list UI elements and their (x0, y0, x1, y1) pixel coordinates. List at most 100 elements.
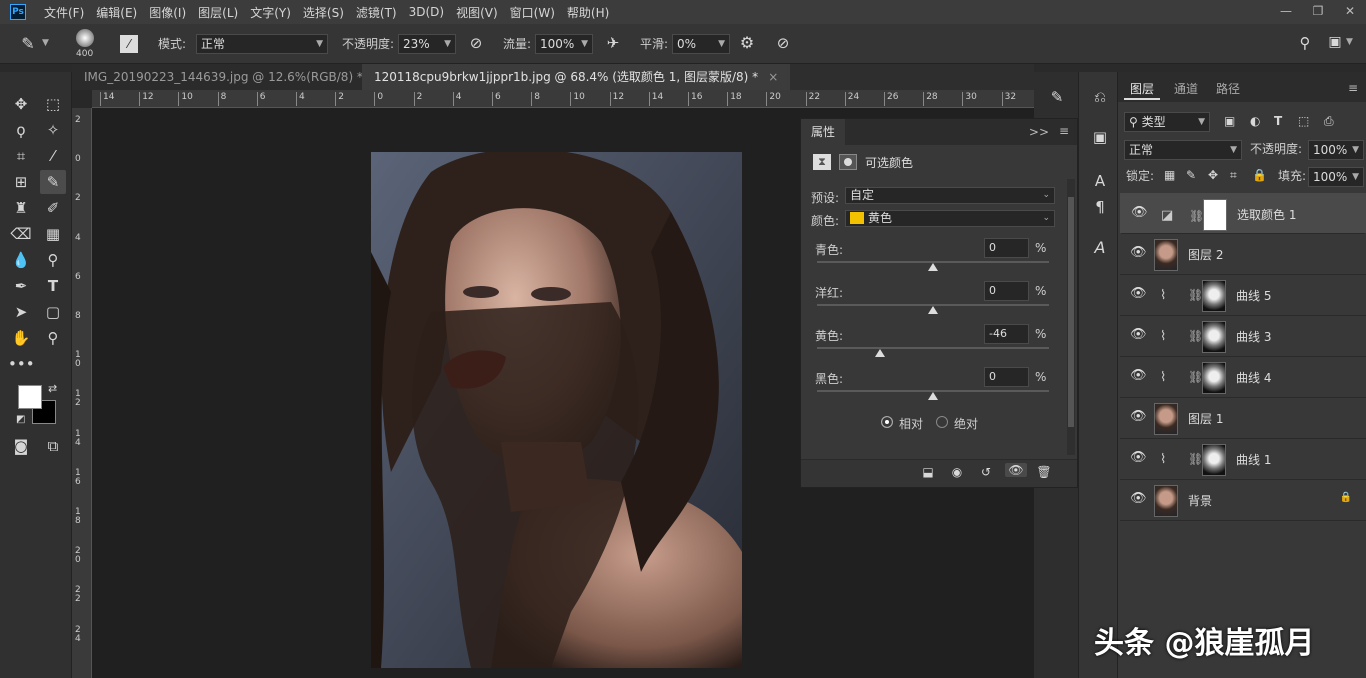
layer-row[interactable]: 👁 ⌇ ⛓ 曲线 3 (1120, 316, 1366, 357)
collapse-icon[interactable]: >> (1029, 125, 1049, 139)
slider-track[interactable] (817, 261, 1049, 271)
type-tool-icon[interactable]: T (40, 274, 66, 298)
layer-mask-thumbnail[interactable] (1203, 199, 1227, 231)
properties-tab[interactable]: 属性 (801, 119, 846, 145)
layer-opacity-input[interactable]: 100% ▼ (1308, 140, 1364, 160)
lock-icon[interactable]: 🔒 (1340, 492, 1352, 503)
lasso-tool-icon[interactable]: ϙ (8, 118, 34, 142)
history-brush-icon[interactable]: ✐ (40, 196, 66, 220)
slider-value-input[interactable]: 0 (984, 281, 1029, 301)
slider-thumb[interactable] (874, 349, 885, 357)
close-icon[interactable]: × (768, 70, 778, 84)
clone-stamp-icon[interactable]: ♜ (8, 196, 34, 220)
brush-panel-icon[interactable]: ✎ (1046, 88, 1068, 106)
character-panel-icon[interactable]: A (1089, 172, 1111, 190)
filter-smart-object-icon[interactable]: ⎙ (1324, 114, 1334, 129)
quick-mask-icon[interactable]: ◙ (8, 434, 34, 458)
clip-to-layer-icon[interactable]: ⬓ (919, 465, 937, 479)
airbrush-icon[interactable]: ✈ (603, 34, 623, 52)
layer-row[interactable]: 👁 背景 🔒 (1120, 480, 1366, 521)
eye-icon[interactable]: 👁 (1130, 287, 1147, 301)
layer-mask-thumbnail[interactable] (1202, 280, 1226, 312)
layer-mask-thumbnail[interactable] (1202, 362, 1226, 394)
healing-brush-icon[interactable]: ⊞ (8, 170, 34, 194)
eye-icon[interactable]: 👁 (1130, 451, 1147, 465)
menu-select[interactable]: 选择(S) (297, 4, 350, 21)
view-previous-icon[interactable]: ◉ (947, 465, 967, 479)
swap-colors-icon[interactable]: ⇄ (48, 382, 57, 395)
filter-adjustment-icon[interactable]: ◐ (1250, 114, 1260, 128)
menu-edit[interactable]: 编辑(E) (90, 4, 143, 21)
lock-artboard-icon[interactable]: ⌗ (1230, 168, 1237, 183)
dodge-tool-icon[interactable]: ⚲ (40, 248, 66, 272)
opacity-input[interactable]: 23% ▼ (398, 34, 456, 54)
mode-select[interactable]: 正常 ▼ (196, 34, 328, 54)
layer-row[interactable]: 👁 ◪ ⛓ 选取颜色 1 (1120, 193, 1366, 234)
blur-tool-icon[interactable]: 💧 (8, 248, 34, 272)
shape-tool-icon[interactable]: ▢ (40, 300, 66, 324)
slider-value-input[interactable]: 0 (984, 367, 1029, 387)
slider-value-input[interactable]: 0 (984, 238, 1029, 258)
slider-thumb[interactable] (928, 263, 938, 271)
menu-window[interactable]: 窗口(W) (504, 4, 561, 21)
lock-position-icon[interactable]: ✥ (1208, 168, 1218, 182)
menu-image[interactable]: 图像(I) (143, 4, 192, 21)
layer-mask-thumbnail[interactable] (1202, 444, 1226, 476)
link-icon[interactable]: ⛓ (1188, 288, 1203, 302)
eye-icon[interactable]: 👁 (1131, 206, 1148, 220)
gradient-tool-icon[interactable]: ▦ (40, 222, 66, 246)
reset-icon[interactable]: ↺ (977, 465, 995, 479)
eye-icon[interactable]: 👁 (1130, 369, 1147, 383)
brush-tool-icon[interactable]: ✎ (40, 170, 66, 194)
menu-layer[interactable]: 图层(L) (192, 4, 244, 21)
filter-image-icon[interactable]: ▣ (1224, 114, 1235, 128)
pressure-size-icon[interactable]: ⊘ (773, 34, 793, 52)
menu-view[interactable]: 视图(V) (450, 4, 504, 21)
tab-img-20190223[interactable]: IMG_20190223_144639.jpg @ 12.6%(RGB/8) *… (72, 64, 395, 90)
more-tools-icon[interactable]: ••• (8, 352, 35, 376)
chevron-down-icon[interactable]: ▼ (42, 38, 49, 48)
layer-row[interactable]: 👁 ⌇ ⛓ 曲线 5 (1120, 275, 1366, 316)
link-icon[interactable]: ⛓ (1189, 207, 1204, 225)
slider-thumb[interactable] (928, 392, 938, 400)
default-colors-icon[interactable]: ◩ (16, 414, 25, 425)
path-selection-icon[interactable]: ➤ (8, 300, 34, 324)
hand-tool-icon[interactable]: ✋ (8, 326, 34, 350)
paragraph-panel-icon[interactable]: ¶ (1089, 198, 1111, 216)
properties-panel-icon[interactable]: ▣ (1089, 128, 1111, 146)
lock-pixels-icon[interactable]: ✎ (1186, 168, 1196, 182)
tab-active-document[interactable]: 120118cpu9brkw1jjppr1b.jpg @ 68.4% (选取颜色… (362, 64, 791, 90)
slider-track[interactable] (817, 347, 1049, 357)
history-panel-icon[interactable]: ⎌ (1089, 88, 1111, 106)
pressure-opacity-icon[interactable]: ⊘ (466, 34, 486, 52)
layer-mask-thumbnail[interactable] (1202, 321, 1226, 353)
tab-paths[interactable]: 路径 (1210, 78, 1246, 100)
restore-button[interactable]: ❐ (1302, 0, 1334, 24)
eye-icon[interactable]: 👁 (1130, 410, 1147, 424)
brush-tool-icon[interactable]: ✎ (18, 34, 38, 53)
magic-wand-icon[interactable]: ✧ (40, 118, 66, 142)
eyedropper-icon[interactable]: ⁄ (40, 144, 66, 168)
eye-icon[interactable]: 👁 (1130, 328, 1147, 342)
glyphs-panel-icon[interactable]: A (1089, 238, 1111, 257)
menu-help[interactable]: 帮助(H) (561, 4, 615, 21)
mask-icon[interactable] (839, 154, 857, 170)
move-tool-icon[interactable]: ✥ (8, 92, 34, 116)
layer-row[interactable]: 👁 图层 2 (1120, 234, 1366, 275)
marquee-tool-icon[interactable]: ⬚ (40, 92, 66, 116)
gear-icon[interactable]: ⚙ (737, 33, 757, 52)
visibility-icon[interactable]: 👁 (1005, 463, 1027, 477)
menu-filter[interactable]: 滤镜(T) (350, 4, 403, 21)
layer-filter-select[interactable]: ⚲ 类型 ▼ (1124, 112, 1210, 132)
menu-type[interactable]: 文字(Y) (244, 4, 297, 21)
brush-settings-icon[interactable]: ⁄ (120, 35, 138, 53)
crop-tool-icon[interactable]: ⌗ (8, 144, 34, 168)
filter-type-icon[interactable]: T (1274, 114, 1282, 128)
chevron-down-icon[interactable]: ▼ (1346, 37, 1353, 47)
eraser-icon[interactable]: ⌫ (8, 222, 34, 246)
fill-input[interactable]: 100% ▼ (1308, 167, 1364, 187)
relative-radio[interactable] (881, 416, 893, 428)
eye-icon[interactable]: 👁 (1130, 492, 1147, 506)
layer-row[interactable]: 👁 ⌇ ⛓ 曲线 4 (1120, 357, 1366, 398)
portrait-image[interactable] (371, 152, 742, 668)
